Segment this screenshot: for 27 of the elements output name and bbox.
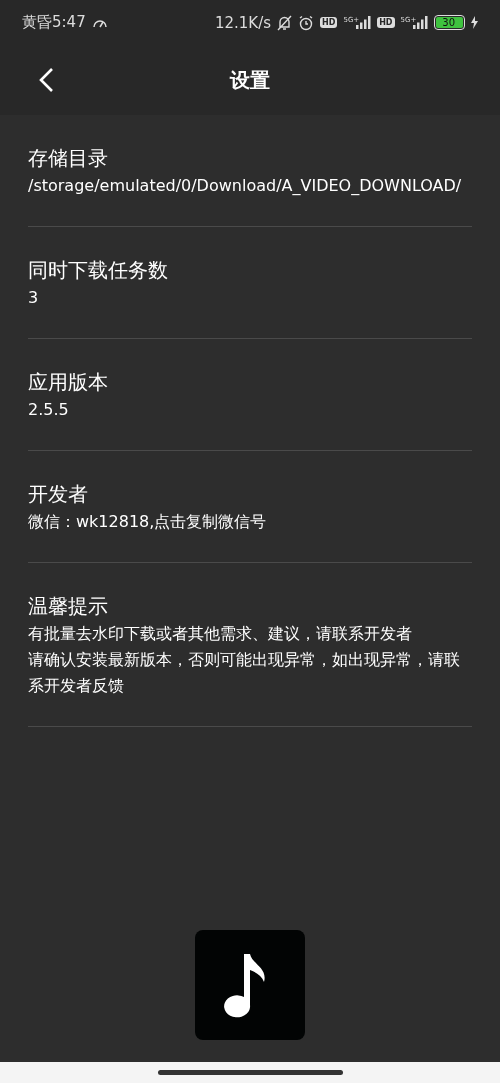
setting-title: 应用版本 <box>28 369 109 396</box>
hd-badge: HD <box>377 17 395 28</box>
setting-title: 温馨提示 <box>28 593 109 620</box>
back-icon[interactable] <box>38 67 54 93</box>
setting-title: 存储目录 <box>28 145 109 172</box>
setting-value: /storage/emulated/0/Download/A_VIDEO_DOWNLOAD/ <box>28 175 463 197</box>
hd-badge: HD <box>320 17 338 28</box>
setting-value: 微信：wk12818,点击复制微信号 <box>28 511 268 533</box>
alarm-icon <box>298 14 315 31</box>
settings-item[interactable]: 存储目录 /storage/emulated/0/Download/A_VIDEO_DOWNLOAD/ <box>28 115 472 227</box>
settings-item[interactable]: 温馨提示 有批量去水印下载或者其他需求、建议，请联系开发者 请确认安装最新版本，否则可能出现异常，如出现异常，请联系开发者反馈 <box>28 563 472 727</box>
setting-value: 2.5.5 <box>28 399 70 421</box>
bell-off-icon <box>277 14 293 31</box>
network-speed: 12.1K/s <box>214 13 272 32</box>
settings-item[interactable]: 开发者 微信：wk12818,点击复制微信号 <box>28 451 472 563</box>
page-title: 设置 <box>230 66 270 94</box>
setting-value: 请确认安装最新版本，否则可能出现异常，如出现异常，请联系开发者反馈 <box>28 649 461 697</box>
setting-title: 同时下载任务数 <box>28 257 169 284</box>
setting-title: 开发者 <box>28 481 89 508</box>
charging-icon <box>471 16 478 29</box>
setting-value: 有批量去水印下载或者其他需求、建议，请联系开发者 <box>28 623 413 645</box>
music-note-icon[interactable] <box>195 930 305 1040</box>
battery-indicator: 30 <box>434 15 465 30</box>
status-time: 黄昏5:47 <box>22 13 86 32</box>
settings-item[interactable]: 同时下载任务数 3 <box>28 227 472 339</box>
setting-value: 3 <box>28 287 40 309</box>
settings-item[interactable]: 应用版本 2.5.5 <box>28 339 472 451</box>
